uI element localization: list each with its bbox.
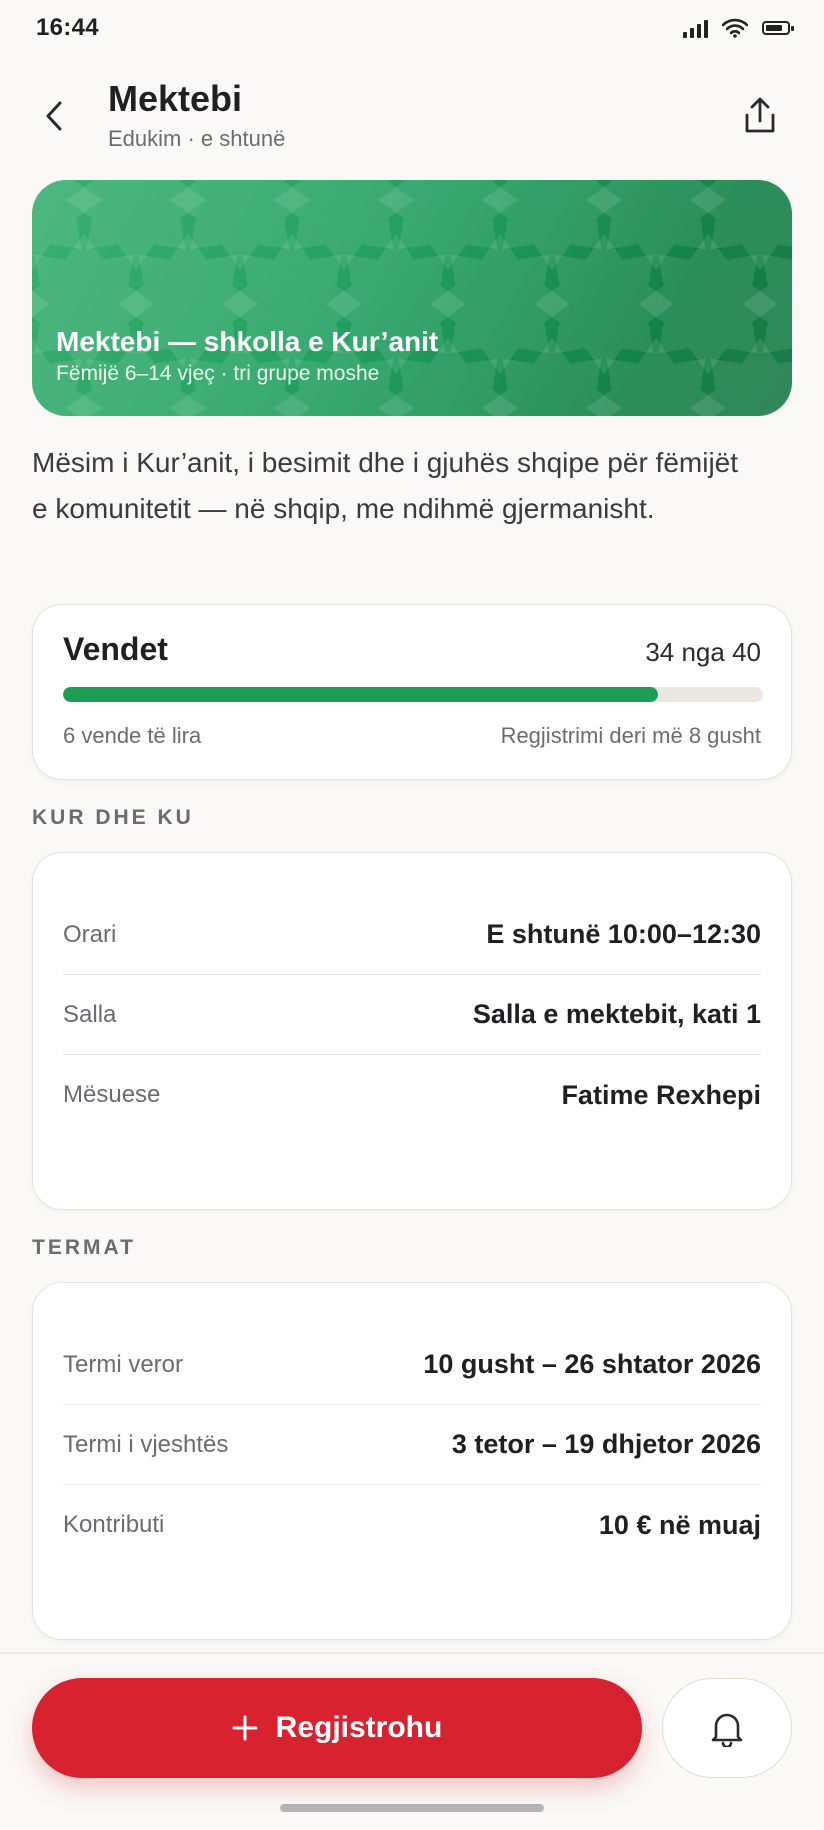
- section-label-when-where: KUR DHE KU: [32, 806, 194, 829]
- info-value: E shtunë 10:00–12:30: [486, 919, 761, 949]
- seats-card: Vendet 34 nga 40 6 vende të lira Regjist…: [32, 604, 792, 780]
- seats-progress-fill: [63, 687, 658, 702]
- info-row-schedule: Orari E shtunë 10:00–12:30: [63, 895, 761, 975]
- bottom-divider: [0, 1652, 824, 1654]
- info-key: Mësuese: [63, 1081, 161, 1108]
- info-value: Fatime Rexhepi: [561, 1079, 761, 1110]
- status-bar: 16:44: [0, 0, 824, 58]
- hero-subtitle: Fëmijë 6–14 vjeç · tri grupe moshe: [56, 362, 380, 385]
- section-label-terms: TERMAT: [32, 1236, 136, 1259]
- seats-free-text: 6 vende të lira: [63, 723, 202, 748]
- register-button-label: Regjistrohu: [275, 1711, 443, 1744]
- info-row-teacher: Mësuese Fatime Rexhepi: [63, 1055, 761, 1135]
- when-where-card: Orari E shtunë 10:00–12:30 Salla Salla e…: [32, 852, 792, 1210]
- info-row-contribution: Kontributi 10 € në muaj: [63, 1485, 761, 1565]
- status-icons: [683, 18, 794, 38]
- info-value: Salla e mektebit, kati 1: [472, 999, 761, 1029]
- battery-icon: [762, 21, 794, 35]
- hero-banner: Mektebi — shkolla e Kur’anit Fëmijë 6–14…: [32, 180, 792, 416]
- info-key: Orari: [63, 920, 117, 948]
- seats-progress-bar: [63, 687, 763, 702]
- info-row-room: Salla Salla e mektebit, kati 1: [63, 975, 761, 1055]
- info-key: Salla: [63, 1000, 117, 1028]
- register-button[interactable]: Regjistrohu: [32, 1678, 642, 1778]
- registration-deadline: Regjistrimi deri më 8 gusht: [500, 723, 761, 748]
- info-value: 10 € në muaj: [598, 1509, 761, 1540]
- wifi-icon: [722, 18, 748, 38]
- status-time: 16:44: [36, 14, 99, 41]
- page-subtitle: Edukim · e shtunë: [108, 126, 286, 151]
- back-button[interactable]: [30, 92, 78, 140]
- share-button[interactable]: [736, 92, 784, 140]
- page-title: Mektebi: [108, 78, 243, 119]
- info-key: Termi veror: [63, 1350, 184, 1378]
- info-key: Termi i vjeshtës: [63, 1430, 229, 1458]
- info-row-summer-term: Termi veror 10 gusht – 26 shtator 2026: [63, 1325, 761, 1405]
- terms-card: Termi veror 10 gusht – 26 shtator 2026 T…: [32, 1282, 792, 1640]
- seats-title: Vendet: [63, 631, 168, 667]
- info-value: 10 gusht – 26 shtator 2026: [423, 1349, 761, 1379]
- info-row-autumn-term: Termi i vjeshtës 3 tetor – 19 dhjetor 20…: [63, 1405, 761, 1485]
- signal-icon: [683, 18, 708, 38]
- chevron-left-icon: [46, 101, 62, 131]
- seats-count: 34 nga 40: [645, 637, 761, 667]
- notify-button[interactable]: [662, 1678, 792, 1778]
- bell-icon: [711, 1713, 743, 1747]
- home-indicator: [280, 1804, 544, 1812]
- info-value: 3 tetor – 19 dhjetor 2026: [451, 1429, 761, 1459]
- info-key: Kontributi: [63, 1511, 165, 1538]
- plus-icon: [232, 1715, 258, 1741]
- description-text: Mësim i Kur’anit, i besimit dhe i gjuhës…: [32, 447, 739, 524]
- share-icon: [745, 97, 775, 133]
- hero-title: Mektebi — shkolla e Kur’anit: [56, 326, 439, 357]
